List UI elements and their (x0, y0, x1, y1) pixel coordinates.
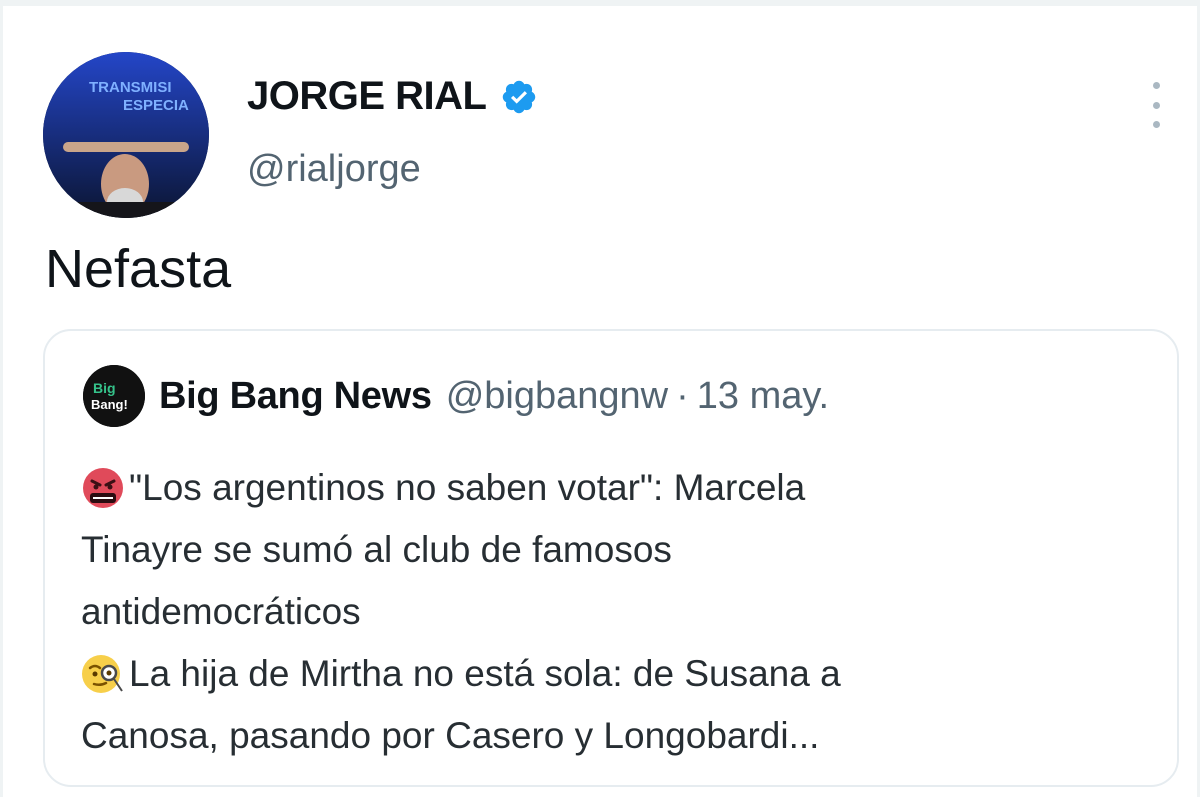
svg-text:ESPECIA: ESPECIA (123, 97, 189, 114)
quoted-author-avatar[interactable]: Big Bang! (83, 365, 145, 427)
quoted-line: Canosa, pasando por Casero y Longobardi.… (81, 705, 1161, 767)
quoted-display-name[interactable]: Big Bang News (159, 375, 432, 418)
svg-text:Bang!: Bang! (91, 397, 128, 412)
tweet-text: Nefasta (45, 239, 232, 299)
big-bang-logo-icon: Big Bang! (83, 365, 145, 427)
quoted-line-text: antidemocráticos (81, 591, 361, 632)
quoted-line-text: Tinayre se sumó al club de famosos (81, 529, 672, 570)
author-handle[interactable]: @rialjorge (247, 148, 421, 191)
author-avatar[interactable]: TRANSMISI ESPECIA (43, 52, 209, 218)
author-display-name-row[interactable]: JORGE RIAL (247, 74, 538, 119)
separator-dot: · (676, 375, 689, 417)
more-dot (1152, 101, 1160, 109)
tweet-card: TRANSMISI ESPECIA JORGE RIAL @rialjorge … (0, 0, 1200, 797)
quoted-header: Big Bang News @bigbangnw · 13 may. (159, 375, 829, 418)
quoted-handle[interactable]: @bigbangnw (446, 375, 668, 418)
more-options-icon[interactable] (1141, 82, 1171, 128)
more-dot (1152, 121, 1160, 128)
angry-face-emoji (81, 466, 125, 510)
face-with-monocle-emoji (81, 652, 125, 696)
quoted-line-text: "Los argentinos no saben votar": Marcela (129, 467, 806, 508)
author-display-name[interactable]: JORGE RIAL (247, 74, 487, 119)
quoted-line-text: Canosa, pasando por Casero y Longobardi.… (81, 715, 820, 756)
quoted-line-text: La hija de Mirtha no está sola: de Susan… (129, 653, 841, 694)
avatar-image: TRANSMISI ESPECIA (43, 52, 209, 218)
quoted-line: "Los argentinos no saben votar": Marcela (81, 457, 1161, 519)
quoted-line: Tinayre se sumó al club de famosos (81, 519, 1161, 581)
quoted-tweet[interactable]: Big Bang! Big Bang News @bigbangnw · 13 … (43, 329, 1179, 787)
more-dot (1152, 82, 1160, 89)
verified-badge-icon (503, 80, 536, 113)
quoted-date[interactable]: 13 may. (697, 375, 829, 418)
quoted-line: La hija de Mirtha no está sola: de Susan… (81, 643, 1161, 705)
quoted-text: "Los argentinos no saben votar": Marcela… (81, 457, 1161, 767)
avatar-text: TRANSMISI (89, 79, 172, 96)
quoted-line: antidemocráticos (81, 581, 1161, 643)
svg-text:Big: Big (93, 380, 116, 396)
